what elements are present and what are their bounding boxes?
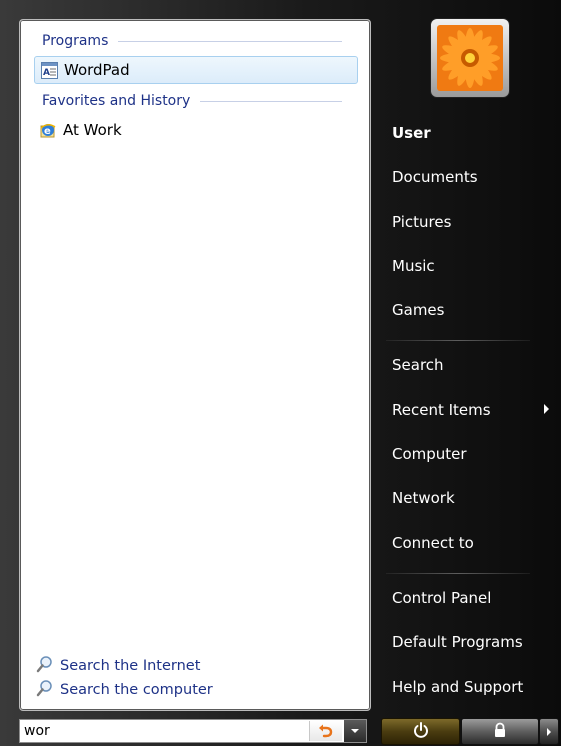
right-link-recent-items[interactable]: Recent Items xyxy=(392,401,491,419)
wordpad-icon: A xyxy=(40,61,58,79)
internet-explorer-icon: e xyxy=(39,121,57,139)
right-link-music[interactable]: Music xyxy=(392,257,435,275)
right-link-documents[interactable]: Documents xyxy=(392,168,478,186)
magnifier-icon xyxy=(36,679,54,701)
right-link-user[interactable]: User xyxy=(392,124,431,142)
right-link-pictures[interactable]: Pictures xyxy=(392,213,451,231)
favorite-item-at-work[interactable]: e At Work xyxy=(34,117,356,143)
favorite-item-label: At Work xyxy=(63,121,122,139)
right-link-games[interactable]: Games xyxy=(392,301,444,319)
start-menu: Programs A WordPad Favorites and History xyxy=(0,0,561,746)
right-divider xyxy=(386,340,530,341)
programs-header-label: Programs xyxy=(42,33,109,49)
right-link-search[interactable]: Search xyxy=(392,356,444,374)
lock-icon xyxy=(492,722,508,742)
left-pane: Programs A WordPad Favorites and History xyxy=(19,19,371,711)
chevron-right-icon xyxy=(546,722,552,741)
programs-header-rule xyxy=(118,40,342,42)
flower-avatar-icon xyxy=(437,25,503,91)
search-internet-label: Search the Internet xyxy=(60,658,201,674)
lock-button[interactable] xyxy=(461,718,539,745)
program-item-label: WordPad xyxy=(64,61,130,79)
power-options-button[interactable] xyxy=(539,718,559,745)
right-link-control-panel[interactable]: Control Panel xyxy=(392,589,491,607)
power-icon xyxy=(413,721,429,742)
user-avatar[interactable] xyxy=(431,19,509,97)
right-link-computer[interactable]: Computer xyxy=(392,445,467,463)
search-computer-link[interactable]: Search the computer xyxy=(36,679,213,701)
right-link-default-programs[interactable]: Default Programs xyxy=(392,633,523,651)
programs-header: Programs xyxy=(42,33,342,49)
submenu-arrow-icon xyxy=(544,404,549,414)
program-item-wordpad[interactable]: A WordPad xyxy=(34,56,358,84)
svg-text:e: e xyxy=(44,126,51,137)
right-link-network[interactable]: Network xyxy=(392,489,455,507)
chevron-down-icon[interactable] xyxy=(344,720,366,742)
start-search-box[interactable] xyxy=(19,719,367,743)
magnifier-icon xyxy=(36,655,54,677)
search-computer-label: Search the computer xyxy=(60,682,213,698)
favorites-header-label: Favorites and History xyxy=(42,93,191,109)
favorites-header-rule xyxy=(200,100,342,102)
favorites-header: Favorites and History xyxy=(42,93,342,109)
power-button[interactable] xyxy=(381,718,460,745)
search-internet-link[interactable]: Search the Internet xyxy=(36,655,200,677)
right-link-connect-to[interactable]: Connect to xyxy=(392,534,474,552)
right-divider xyxy=(386,573,530,574)
start-search-input[interactable] xyxy=(24,722,304,740)
right-link-help-and-support[interactable]: Help and Support xyxy=(392,678,523,696)
clear-search-icon[interactable] xyxy=(309,721,342,741)
svg-text:A: A xyxy=(43,68,50,78)
